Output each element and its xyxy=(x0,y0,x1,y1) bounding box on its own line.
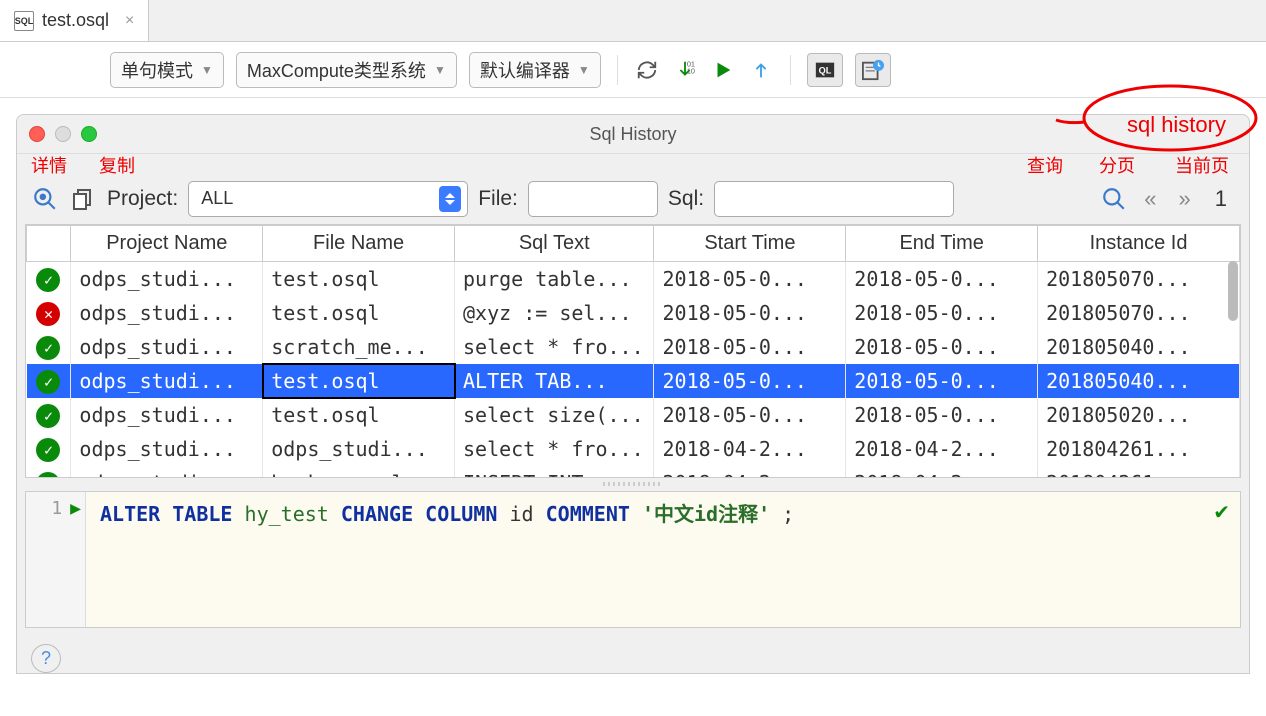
close-icon[interactable]: × xyxy=(125,12,134,30)
table-row[interactable]: ✓odps_studi...backup.osqlINSERT INT...20… xyxy=(27,466,1240,477)
col-end[interactable]: End Time xyxy=(846,226,1038,262)
type-system-label: MaxCompute类型系统 xyxy=(247,57,426,83)
upload-icon[interactable] xyxy=(748,57,774,83)
anno-query: 查询 xyxy=(1027,152,1063,178)
sql-console-icon[interactable]: QL xyxy=(807,53,843,87)
table-row[interactable]: ✓odps_studi...scratch_me...select * fro.… xyxy=(27,330,1240,364)
svg-text:QL: QL xyxy=(818,65,831,75)
compiler-dropdown[interactable]: 默认编译器 ▼ xyxy=(469,52,601,88)
binary-download-icon[interactable]: 0110 xyxy=(672,57,698,83)
status-ok-icon: ✓ xyxy=(36,370,60,394)
refresh-icon[interactable] xyxy=(634,57,660,83)
chevron-down-icon: ▼ xyxy=(201,63,213,77)
compiler-label: 默认编译器 xyxy=(480,57,570,83)
project-value: ALL xyxy=(201,188,233,209)
file-tab[interactable]: SQL test.osql × xyxy=(0,0,149,41)
table-row[interactable]: ✓odps_studi...test.osqlALTER TAB...2018-… xyxy=(27,364,1240,398)
prev-page-button[interactable]: « xyxy=(1138,186,1162,212)
page-number: 1 xyxy=(1207,186,1235,212)
table-row[interactable]: ✓odps_studi...test.osqlpurge table...201… xyxy=(27,262,1240,297)
status-ok-icon: ✓ xyxy=(36,438,60,462)
col-project[interactable]: Project Name xyxy=(71,226,263,262)
tab-filename: test.osql xyxy=(42,10,109,31)
editor-tab-bar: SQL test.osql × xyxy=(0,0,1266,42)
anno-copy: 复制 xyxy=(99,152,135,178)
valid-check-icon: ✔ xyxy=(1213,500,1230,525)
table-row[interactable]: ✓odps_studi...odps_studi...select * fro.… xyxy=(27,432,1240,466)
mode-dropdown[interactable]: 单句模式 ▼ xyxy=(110,52,224,88)
table-row[interactable]: ✓odps_studi...test.osqlselect size(...20… xyxy=(27,398,1240,432)
chevron-down-icon: ▼ xyxy=(578,63,590,77)
next-page-button[interactable]: » xyxy=(1173,186,1197,212)
table-header-row: Project Name File Name Sql Text Start Ti… xyxy=(27,226,1240,262)
mode-label: 单句模式 xyxy=(121,57,193,83)
project-label: Project: xyxy=(107,187,178,211)
svg-text:10: 10 xyxy=(687,66,695,75)
sql-preview-editor: 1 ▶ ALTER TABLE hy_test CHANGE COLUMN id… xyxy=(25,491,1241,627)
resize-grip[interactable] xyxy=(17,480,1249,490)
toolbar-separator xyxy=(617,55,618,85)
sql-history-window: Sql History 详情 复制 查询 分页 当前页 Project: ALL… xyxy=(16,114,1250,674)
table-row[interactable]: ✕odps_studi...test.osql@xyz := sel...201… xyxy=(27,296,1240,330)
status-ok-icon: ✓ xyxy=(36,336,60,360)
toolbar: 单句模式 ▼ MaxCompute类型系统 ▼ 默认编译器 ▼ 0110 QL … xyxy=(0,42,1266,98)
scrollbar[interactable] xyxy=(1228,261,1238,321)
file-input[interactable] xyxy=(528,181,658,217)
gutter: 1 ▶ xyxy=(26,492,86,626)
filter-bar: Project: ALL File: Sql: « » 1 xyxy=(17,173,1249,224)
detail-icon[interactable] xyxy=(31,185,59,213)
col-start[interactable]: Start Time xyxy=(654,226,846,262)
status-ok-icon: ✓ xyxy=(36,404,60,428)
select-arrows-icon xyxy=(439,186,461,212)
run-icon[interactable] xyxy=(710,57,736,83)
col-instance[interactable]: Instance Id xyxy=(1038,226,1240,262)
col-sql[interactable]: Sql Text xyxy=(455,226,654,262)
status-ok-icon: ✓ xyxy=(36,268,60,292)
sql-label: Sql: xyxy=(668,187,704,211)
history-table: Project Name File Name Sql Text Start Ti… xyxy=(25,224,1241,477)
search-icon[interactable] xyxy=(1100,185,1128,213)
anno-current-page: 当前页 xyxy=(1175,152,1229,178)
toolbar-separator xyxy=(790,55,791,85)
col-file[interactable]: File Name xyxy=(263,226,455,262)
project-select[interactable]: ALL xyxy=(188,181,468,217)
line-number: 1 xyxy=(51,498,62,620)
file-label: File: xyxy=(478,187,518,211)
sql-history-icon[interactable] xyxy=(855,53,891,87)
anno-paging: 分页 xyxy=(1099,152,1135,178)
help-button[interactable]: ? xyxy=(31,644,61,673)
window-title: Sql History xyxy=(17,124,1249,145)
sql-file-icon: SQL xyxy=(14,11,34,31)
run-line-icon[interactable]: ▶ xyxy=(70,498,81,620)
status-err-icon: ✕ xyxy=(36,302,60,326)
sql-input[interactable] xyxy=(714,181,954,217)
chevron-down-icon: ▼ xyxy=(434,63,446,77)
anno-detail: 详情 xyxy=(31,152,67,178)
window-titlebar: Sql History xyxy=(17,115,1249,154)
status-ok-icon: ✓ xyxy=(36,472,60,477)
code-line[interactable]: ALTER TABLE hy_test CHANGE COLUMN id COM… xyxy=(86,492,808,626)
type-system-dropdown[interactable]: MaxCompute类型系统 ▼ xyxy=(236,52,457,88)
copy-icon[interactable] xyxy=(69,185,97,213)
